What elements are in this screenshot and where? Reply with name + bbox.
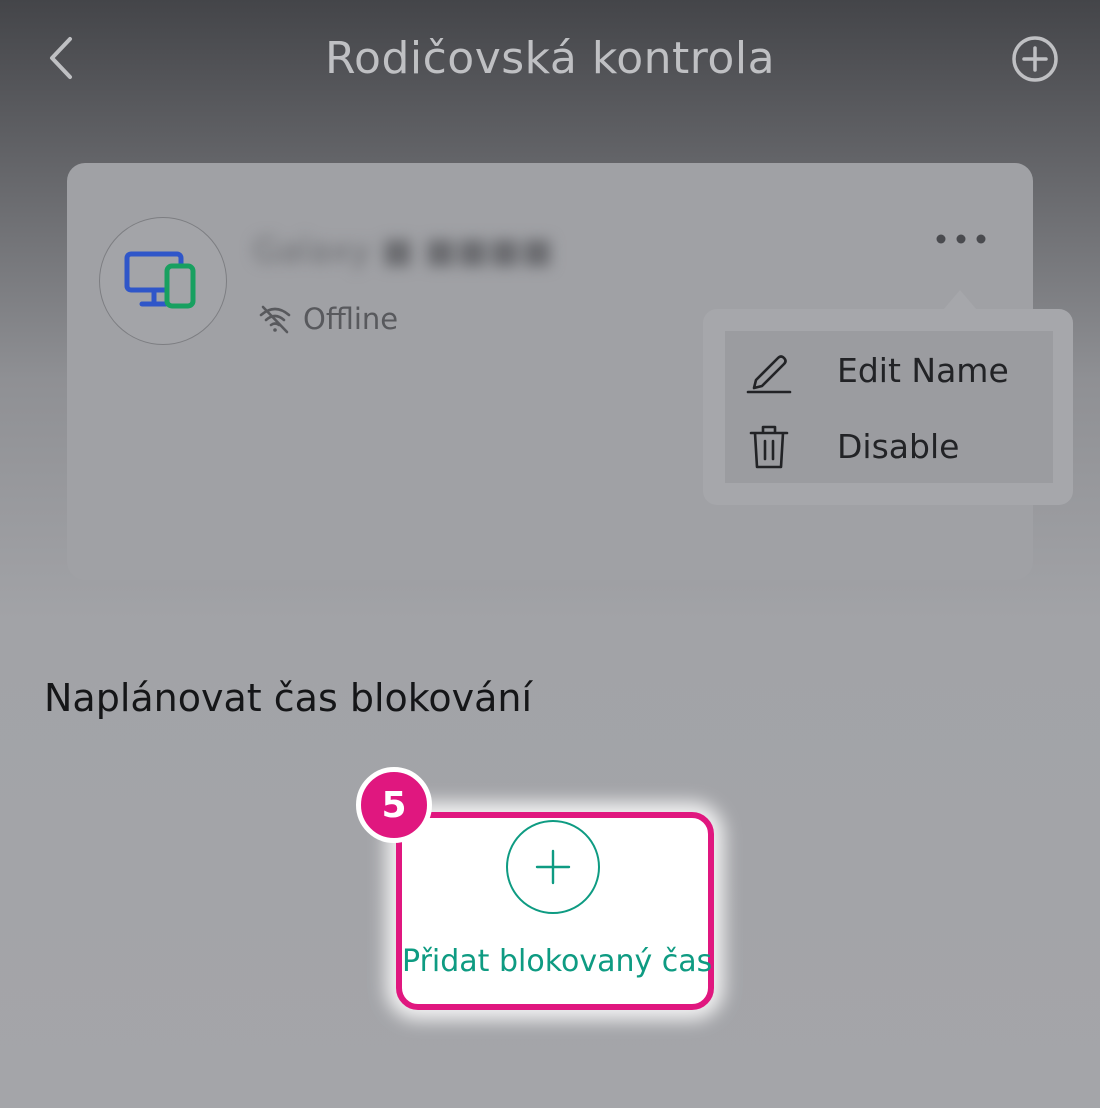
device-name: Galaxy ■ ■■■■ bbox=[253, 231, 553, 271]
menu-item-label: Edit Name bbox=[837, 351, 1009, 390]
page-title: Rodičovská kontrola bbox=[324, 33, 776, 84]
context-menu: Edit Name Disable bbox=[703, 309, 1073, 505]
more-horizontal-icon bbox=[936, 234, 986, 244]
add-blocked-time-button[interactable]: Přidat blokovaný čas bbox=[396, 812, 714, 1010]
more-options-button[interactable] bbox=[929, 219, 993, 259]
device-avatar bbox=[99, 217, 227, 345]
add-device-button[interactable] bbox=[1006, 30, 1064, 88]
add-blocked-time-label: Přidat blokovaný čas bbox=[402, 944, 713, 979]
menu-caret bbox=[943, 290, 977, 310]
step-number-badge: 5 bbox=[356, 767, 432, 843]
plus-circle-icon bbox=[506, 820, 600, 914]
status-text: Offline bbox=[303, 302, 399, 336]
schedule-section-title: Naplánovat čas blokování bbox=[44, 676, 533, 720]
app-header: Rodičovská kontrola bbox=[0, 0, 1100, 120]
pencil-icon bbox=[743, 345, 795, 397]
monitor-and-phone-icon bbox=[124, 251, 196, 309]
trash-icon bbox=[743, 421, 795, 473]
device-status: Offline bbox=[257, 299, 398, 339]
menu-item-disable[interactable]: Disable bbox=[743, 415, 959, 479]
wifi-off-icon bbox=[257, 301, 293, 337]
menu-item-label: Disable bbox=[837, 427, 960, 466]
menu-item-edit-name[interactable]: Edit Name bbox=[743, 339, 1009, 403]
plus-circle-icon bbox=[1012, 36, 1058, 82]
